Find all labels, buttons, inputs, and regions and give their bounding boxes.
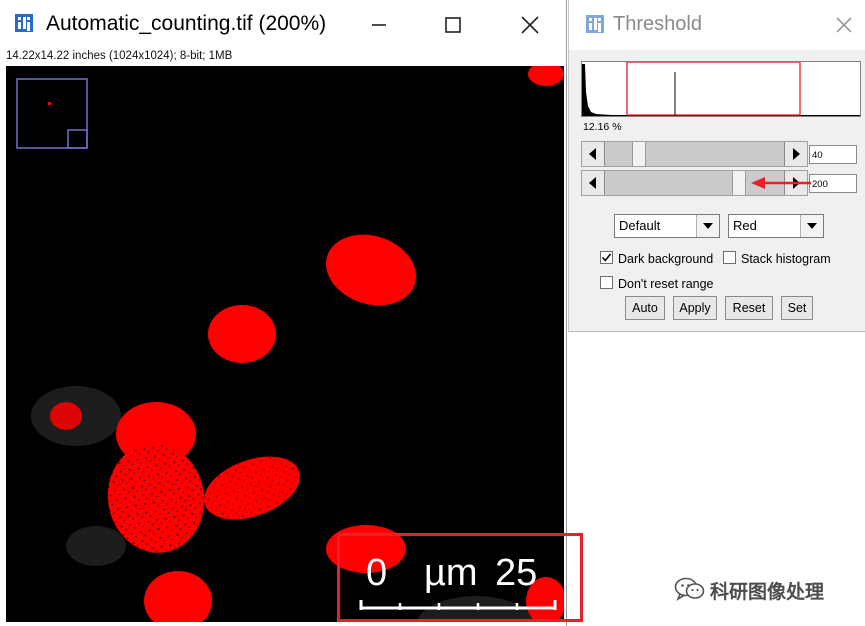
min-threshold-slider[interactable] <box>581 141 808 167</box>
nucleus <box>144 571 212 622</box>
nucleus <box>528 66 564 86</box>
threshold-method-select[interactable]: Default <box>614 214 720 238</box>
max-slider-left-arrow[interactable] <box>582 171 605 195</box>
image-window-title: Automatic_counting.tif (200%) <box>46 12 327 35</box>
checkbox-unchecked-icon[interactable] <box>723 251 736 264</box>
imagej-icon <box>585 14 605 34</box>
threshold-title: Threshold <box>613 13 702 35</box>
zoom-navigator[interactable] <box>16 78 88 149</box>
watermark: 科研图像处理 <box>674 574 849 604</box>
stack-histogram-checkbox[interactable]: Stack histogram <box>723 251 831 266</box>
checkbox-checked-icon[interactable] <box>600 251 613 264</box>
dont-reset-range-checkbox[interactable]: Don't reset range <box>600 276 714 291</box>
nucleus <box>50 402 82 430</box>
scale-bar-label-left: 0 <box>366 552 388 594</box>
maximize-icon[interactable] <box>438 10 468 40</box>
nucleus <box>208 305 276 363</box>
dark-background-checkbox[interactable]: Dark background <box>600 251 713 266</box>
min-slider-right-arrow[interactable] <box>784 142 807 166</box>
threshold-titlebar[interactable]: Threshold <box>569 0 865 50</box>
watermark-text: 科研图像处理 <box>710 582 825 603</box>
min-slider-left-arrow[interactable] <box>582 142 605 166</box>
max-threshold-value[interactable]: 200 <box>809 174 857 193</box>
reset-button[interactable]: Reset <box>725 296 773 320</box>
threshold-method-value: Default <box>619 218 661 233</box>
scale-bar: 0 µm 25 <box>350 548 560 618</box>
display-mode-value: Red <box>733 218 757 233</box>
threshold-window: Threshold 12.16 % 40 200 Default Red Dar… <box>568 0 865 332</box>
threshold-percentage: 12.16 % <box>583 121 622 133</box>
apply-button[interactable]: Apply <box>673 296 717 320</box>
auto-button[interactable]: Auto <box>625 296 665 320</box>
max-slider-thumb[interactable] <box>732 171 746 195</box>
red-arrow-icon <box>751 177 811 189</box>
scale-bar-unit: µm <box>424 552 478 594</box>
stack-histogram-label: Stack histogram <box>741 252 831 266</box>
scale-bar-ruler <box>359 600 557 610</box>
chevron-down-icon[interactable] <box>696 215 719 237</box>
close-icon[interactable] <box>515 10 545 40</box>
nuclei-texture <box>107 443 300 553</box>
set-button[interactable]: Set <box>781 296 813 320</box>
nucleus <box>326 234 416 306</box>
chevron-down-icon[interactable] <box>800 215 823 237</box>
dark-background-label: Dark background <box>618 252 714 266</box>
min-slider-track[interactable] <box>605 142 784 166</box>
min-slider-thumb[interactable] <box>632 142 646 166</box>
display-mode-select[interactable]: Red <box>728 214 824 238</box>
minimize-icon[interactable] <box>364 10 394 40</box>
dont-reset-range-label: Don't reset range <box>618 277 714 291</box>
image-window-titlebar[interactable]: Automatic_counting.tif (200%) <box>0 0 566 50</box>
navigator-dot <box>48 102 51 105</box>
min-threshold-value[interactable]: 40 <box>809 145 857 164</box>
scale-bar-label-right: 25 <box>495 552 538 594</box>
wechat-icon <box>674 577 705 601</box>
checkbox-unchecked-icon[interactable] <box>600 276 613 289</box>
imagej-icon <box>14 13 34 33</box>
close-icon[interactable] <box>833 14 855 36</box>
threshold-histogram <box>581 61 861 117</box>
image-info-line: 14.22x14.22 inches (1024x1024); 8-bit; 1… <box>6 50 233 62</box>
